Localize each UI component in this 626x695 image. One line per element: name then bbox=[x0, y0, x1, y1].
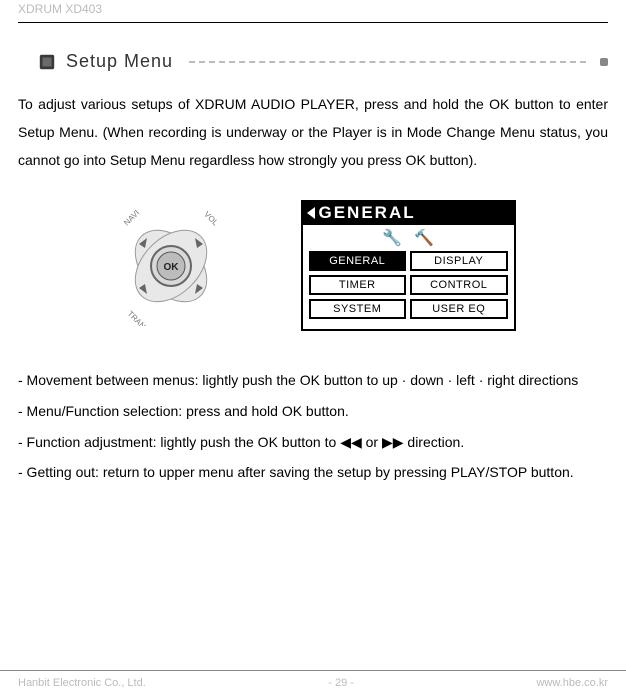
page-footer: Hanbit Electronic Co., Ltd. - 29 - www.h… bbox=[0, 670, 626, 689]
bullet-exit: - Getting out: return to upper menu afte… bbox=[18, 457, 608, 488]
product-header: XDRUM XD403 bbox=[18, 0, 608, 22]
figure-row: OK NAVI VOL TRANS GENERAL 🔧 🔨 GENERALDIS… bbox=[18, 200, 608, 331]
device-menu-item: DISPLAY bbox=[410, 251, 508, 271]
ok-label-nw: NAVI bbox=[122, 208, 141, 227]
device-title-text: GENERAL bbox=[319, 203, 416, 223]
bullet-selection: - Menu/Function selection: press and hol… bbox=[18, 396, 608, 427]
device-menu-item: CONTROL bbox=[410, 275, 508, 295]
setup-menu-icon bbox=[38, 53, 56, 71]
section-heading: Setup Menu bbox=[38, 51, 608, 72]
chevron-left-icon bbox=[307, 207, 315, 219]
ok-joystick-illustration: OK NAVI VOL TRANS bbox=[111, 206, 231, 326]
bullet-adjustment: - Function adjustment: lightly push the … bbox=[18, 427, 608, 458]
ok-label-ne: VOL bbox=[202, 209, 220, 227]
instruction-list: - Movement between menus: lightly push t… bbox=[18, 365, 608, 488]
device-title-bar: GENERAL bbox=[303, 202, 514, 225]
footer-page-number: - 29 - bbox=[328, 677, 354, 689]
device-menu-item: USER EQ bbox=[410, 299, 508, 319]
wrench-icon: 🔧 bbox=[382, 231, 402, 247]
ok-center-text: OK bbox=[163, 262, 179, 273]
intro-paragraph: To adjust various setups of XDRUM AUDIO … bbox=[18, 90, 608, 174]
footer-company: Hanbit Electronic Co., Ltd. bbox=[18, 677, 146, 689]
device-menu-item: GENERAL bbox=[309, 251, 407, 271]
heading-divider bbox=[189, 61, 586, 63]
heading-divider-cap bbox=[600, 58, 608, 66]
device-menu-item: TIMER bbox=[309, 275, 407, 295]
footer-url: www.hbe.co.kr bbox=[536, 677, 608, 689]
bullet-movement: - Movement between menus: lightly push t… bbox=[18, 365, 608, 396]
device-menu-item: SYSTEM bbox=[309, 299, 407, 319]
section-title: Setup Menu bbox=[66, 51, 173, 72]
ok-label-sw: TRANS bbox=[125, 309, 151, 326]
hammer-icon: 🔨 bbox=[414, 231, 434, 247]
rewind-icon: ◀◀ bbox=[340, 434, 362, 450]
forward-icon: ▶▶ bbox=[382, 434, 404, 450]
device-menu-grid: GENERALDISPLAYTIMERCONTROLSYSTEMUSER EQ bbox=[309, 251, 508, 319]
header-rule bbox=[18, 22, 608, 23]
device-tool-icons: 🔧 🔨 bbox=[309, 231, 508, 247]
device-screen: GENERAL 🔧 🔨 GENERALDISPLAYTIMERCONTROLSY… bbox=[301, 200, 516, 331]
